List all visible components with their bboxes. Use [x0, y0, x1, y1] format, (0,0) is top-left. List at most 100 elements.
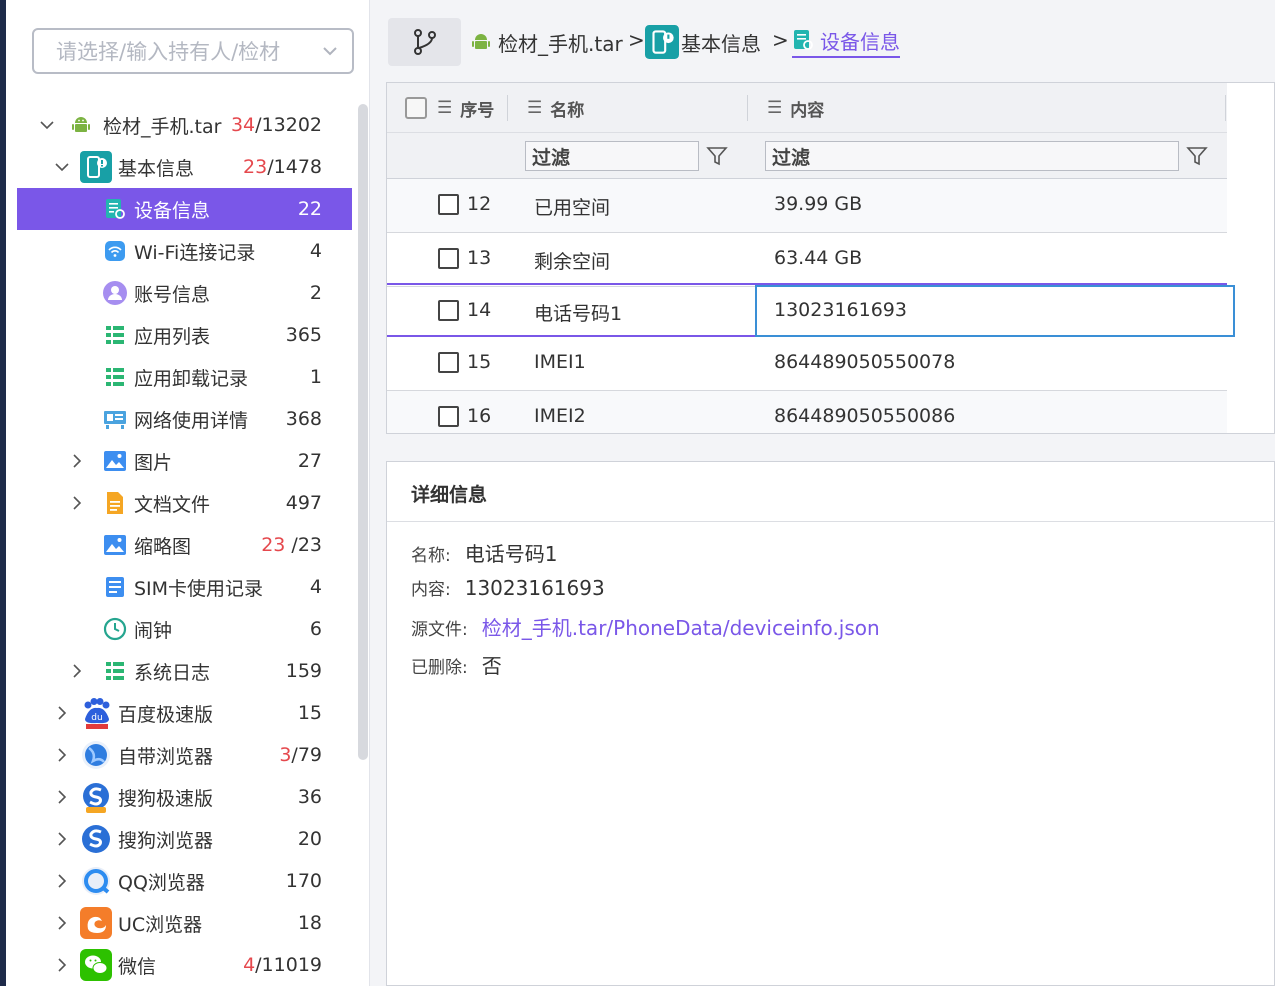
filter-icon[interactable]: [706, 145, 728, 167]
tree-item-label: 设备信息: [134, 199, 211, 222]
column-divider[interactable]: [747, 95, 748, 121]
tree-item-baidu-lite[interactable]: du 百度极速版 15: [17, 692, 352, 734]
document-icon: [103, 491, 127, 515]
detail-content-row: 内容: 13023161693: [411, 575, 605, 600]
tree-item-app-uninstall[interactable]: 应用卸载记录 1: [17, 356, 352, 398]
image-icon: [103, 449, 127, 473]
content-filter-input[interactable]: 过滤: [765, 141, 1179, 171]
tree-item-label: 网络使用详情: [134, 409, 249, 432]
column-menu-icon: ☰: [767, 98, 783, 118]
collapsed-arrow-icon[interactable]: [54, 957, 70, 973]
data-grid: ☰ 序号 ☰ 名称 ☰ 内容 过滤 过滤 12 已用空间 39.99 GB 13 剩余…: [386, 82, 1275, 434]
collapsed-arrow-icon[interactable]: [54, 915, 70, 931]
evidence-tree-panel: 请选择/输入持有人/检材 检材_手机.tar 34/13202 基本信息 23/…: [6, 0, 370, 986]
column-header-name[interactable]: ☰ 名称: [527, 83, 584, 133]
tree-item-count: 2: [309, 282, 322, 304]
tree-item-images[interactable]: 图片 27: [17, 440, 352, 482]
breadcrumb-label: 检材_手机.tar: [498, 31, 623, 56]
tree-item-alarm[interactable]: 闹钟 6: [17, 608, 352, 650]
expanded-arrow-icon[interactable]: [54, 159, 70, 175]
tree-item-sogou-browser[interactable]: 搜狗浏览器 20: [17, 818, 352, 860]
detail-content-value: 13023161693: [464, 576, 605, 600]
tree-item-label: 搜狗极速版: [118, 787, 214, 810]
detail-deleted-row: 已删除: 否: [411, 650, 502, 679]
tree-item-documents[interactable]: 文档文件 497: [17, 482, 352, 524]
table-row[interactable]: 16 IMEI2 864489050550086: [387, 391, 1227, 433]
collapsed-arrow-icon[interactable]: [54, 831, 70, 847]
row-checkbox[interactable]: [438, 194, 459, 215]
branch-button[interactable]: [388, 18, 461, 66]
tree-item-label: 应用卸载记录: [134, 367, 249, 390]
tree-item-device-info[interactable]: 设备信息 22: [17, 188, 352, 230]
name-filter-input[interactable]: 过滤: [525, 141, 699, 171]
tree-item-basic-info[interactable]: 基本信息 23/1478: [17, 146, 352, 188]
column-header-content[interactable]: ☰ 内容: [767, 83, 824, 133]
tree-item-qq-browser[interactable]: QQ浏览器 170: [17, 860, 352, 902]
column-divider[interactable]: [507, 95, 508, 121]
tree-item-app-list[interactable]: 应用列表 365: [17, 314, 352, 356]
column-header-index[interactable]: ☰ 序号: [437, 83, 494, 133]
row-checkbox[interactable]: [438, 300, 459, 321]
tree-item-label: Wi-Fi连接记录: [134, 241, 256, 264]
tree-item-count: 23 /23: [261, 534, 322, 556]
tree-item-uc-browser[interactable]: UC浏览器 18: [17, 902, 352, 944]
tree-item-count: 23/1478: [243, 156, 322, 178]
filter-icon[interactable]: [1186, 145, 1208, 167]
tree-item-wechat[interactable]: 微信 4/11019: [17, 944, 352, 986]
tree-item-system-log[interactable]: 系统日志 159: [17, 650, 352, 692]
tree-item-count: 27: [297, 450, 322, 472]
sogou-icon: [80, 781, 112, 813]
tree-item-count: 4/11019: [243, 954, 322, 976]
table-row-selected[interactable]: 14 电话号码1 13023161693: [387, 283, 1235, 337]
tree-item-label: 自带浏览器: [118, 745, 214, 768]
row-value: 63.44 GB: [774, 247, 863, 269]
table-row[interactable]: 13 剩余空间 63.44 GB: [387, 233, 1227, 287]
table-row[interactable]: 12 已用空间 39.99 GB: [387, 179, 1227, 233]
row-index: 16: [467, 405, 492, 427]
wifi-icon: [103, 239, 127, 263]
tree-scrollbar[interactable]: [358, 104, 368, 760]
collapsed-arrow-icon[interactable]: [54, 789, 70, 805]
tree-item-label: 闹钟: [134, 619, 173, 642]
row-checkbox[interactable]: [438, 352, 459, 373]
tree-item-label: 系统日志: [134, 661, 211, 684]
breadcrumb-item-device-info[interactable]: 设备信息: [792, 24, 900, 58]
branch-icon: [413, 29, 436, 55]
row-name: 剩余空间: [534, 251, 611, 273]
breadcrumb-item-basic-info[interactable]: 基本信息: [645, 22, 761, 62]
baidu-icon: du: [80, 697, 112, 729]
row-index: 14: [467, 299, 492, 321]
row-value: 864489050550086: [774, 405, 956, 427]
expanded-arrow-icon[interactable]: [39, 117, 55, 133]
source-file-link[interactable]: 检材_手机.tar/PhoneData/deviceinfo.json: [482, 612, 880, 641]
list-icon: [103, 323, 127, 347]
row-checkbox[interactable]: [438, 248, 459, 269]
tree-item-evidence-phone[interactable]: 检材_手机.tar 34/13202: [17, 104, 352, 146]
row-name: 电话号码1: [534, 303, 623, 325]
collapsed-arrow-icon[interactable]: [69, 663, 85, 679]
owner-select[interactable]: 请选择/输入持有人/检材: [32, 28, 354, 74]
tree-item-sim-usage[interactable]: SIM卡使用记录 4: [17, 566, 352, 608]
collapsed-arrow-icon[interactable]: [54, 705, 70, 721]
collapsed-arrow-icon[interactable]: [69, 495, 85, 511]
breadcrumb-item-evidence[interactable]: 检材_手机.tar: [470, 22, 623, 62]
tree-item-network-usage[interactable]: 网络使用详情 368: [17, 398, 352, 440]
row-index: 13: [467, 247, 492, 269]
tree-item-account[interactable]: 账号信息 2: [17, 272, 352, 314]
collapsed-arrow-icon[interactable]: [69, 453, 85, 469]
tree-item-wifi[interactable]: Wi-Fi连接记录 4: [17, 230, 352, 272]
focused-cell[interactable]: [755, 285, 1235, 337]
tree-item-label: 应用列表: [134, 325, 211, 348]
table-row[interactable]: 15 IMEI1 864489050550078: [387, 337, 1227, 391]
tree-item-sogou-lite[interactable]: 搜狗极速版 36: [17, 776, 352, 818]
select-all-checkbox[interactable]: [405, 97, 427, 119]
tree-item-count: 15: [297, 702, 322, 724]
collapsed-arrow-icon[interactable]: [54, 747, 70, 763]
tree-item-label: 账号信息: [134, 283, 211, 306]
row-checkbox[interactable]: [438, 406, 459, 427]
collapsed-arrow-icon[interactable]: [54, 873, 70, 889]
browser-icon: [80, 739, 112, 771]
tree-item-thumbnails[interactable]: 缩略图 23 /23: [17, 524, 352, 566]
tree-item-builtin-browser[interactable]: 自带浏览器 3/79: [17, 734, 352, 776]
column-divider[interactable]: [1225, 95, 1226, 121]
